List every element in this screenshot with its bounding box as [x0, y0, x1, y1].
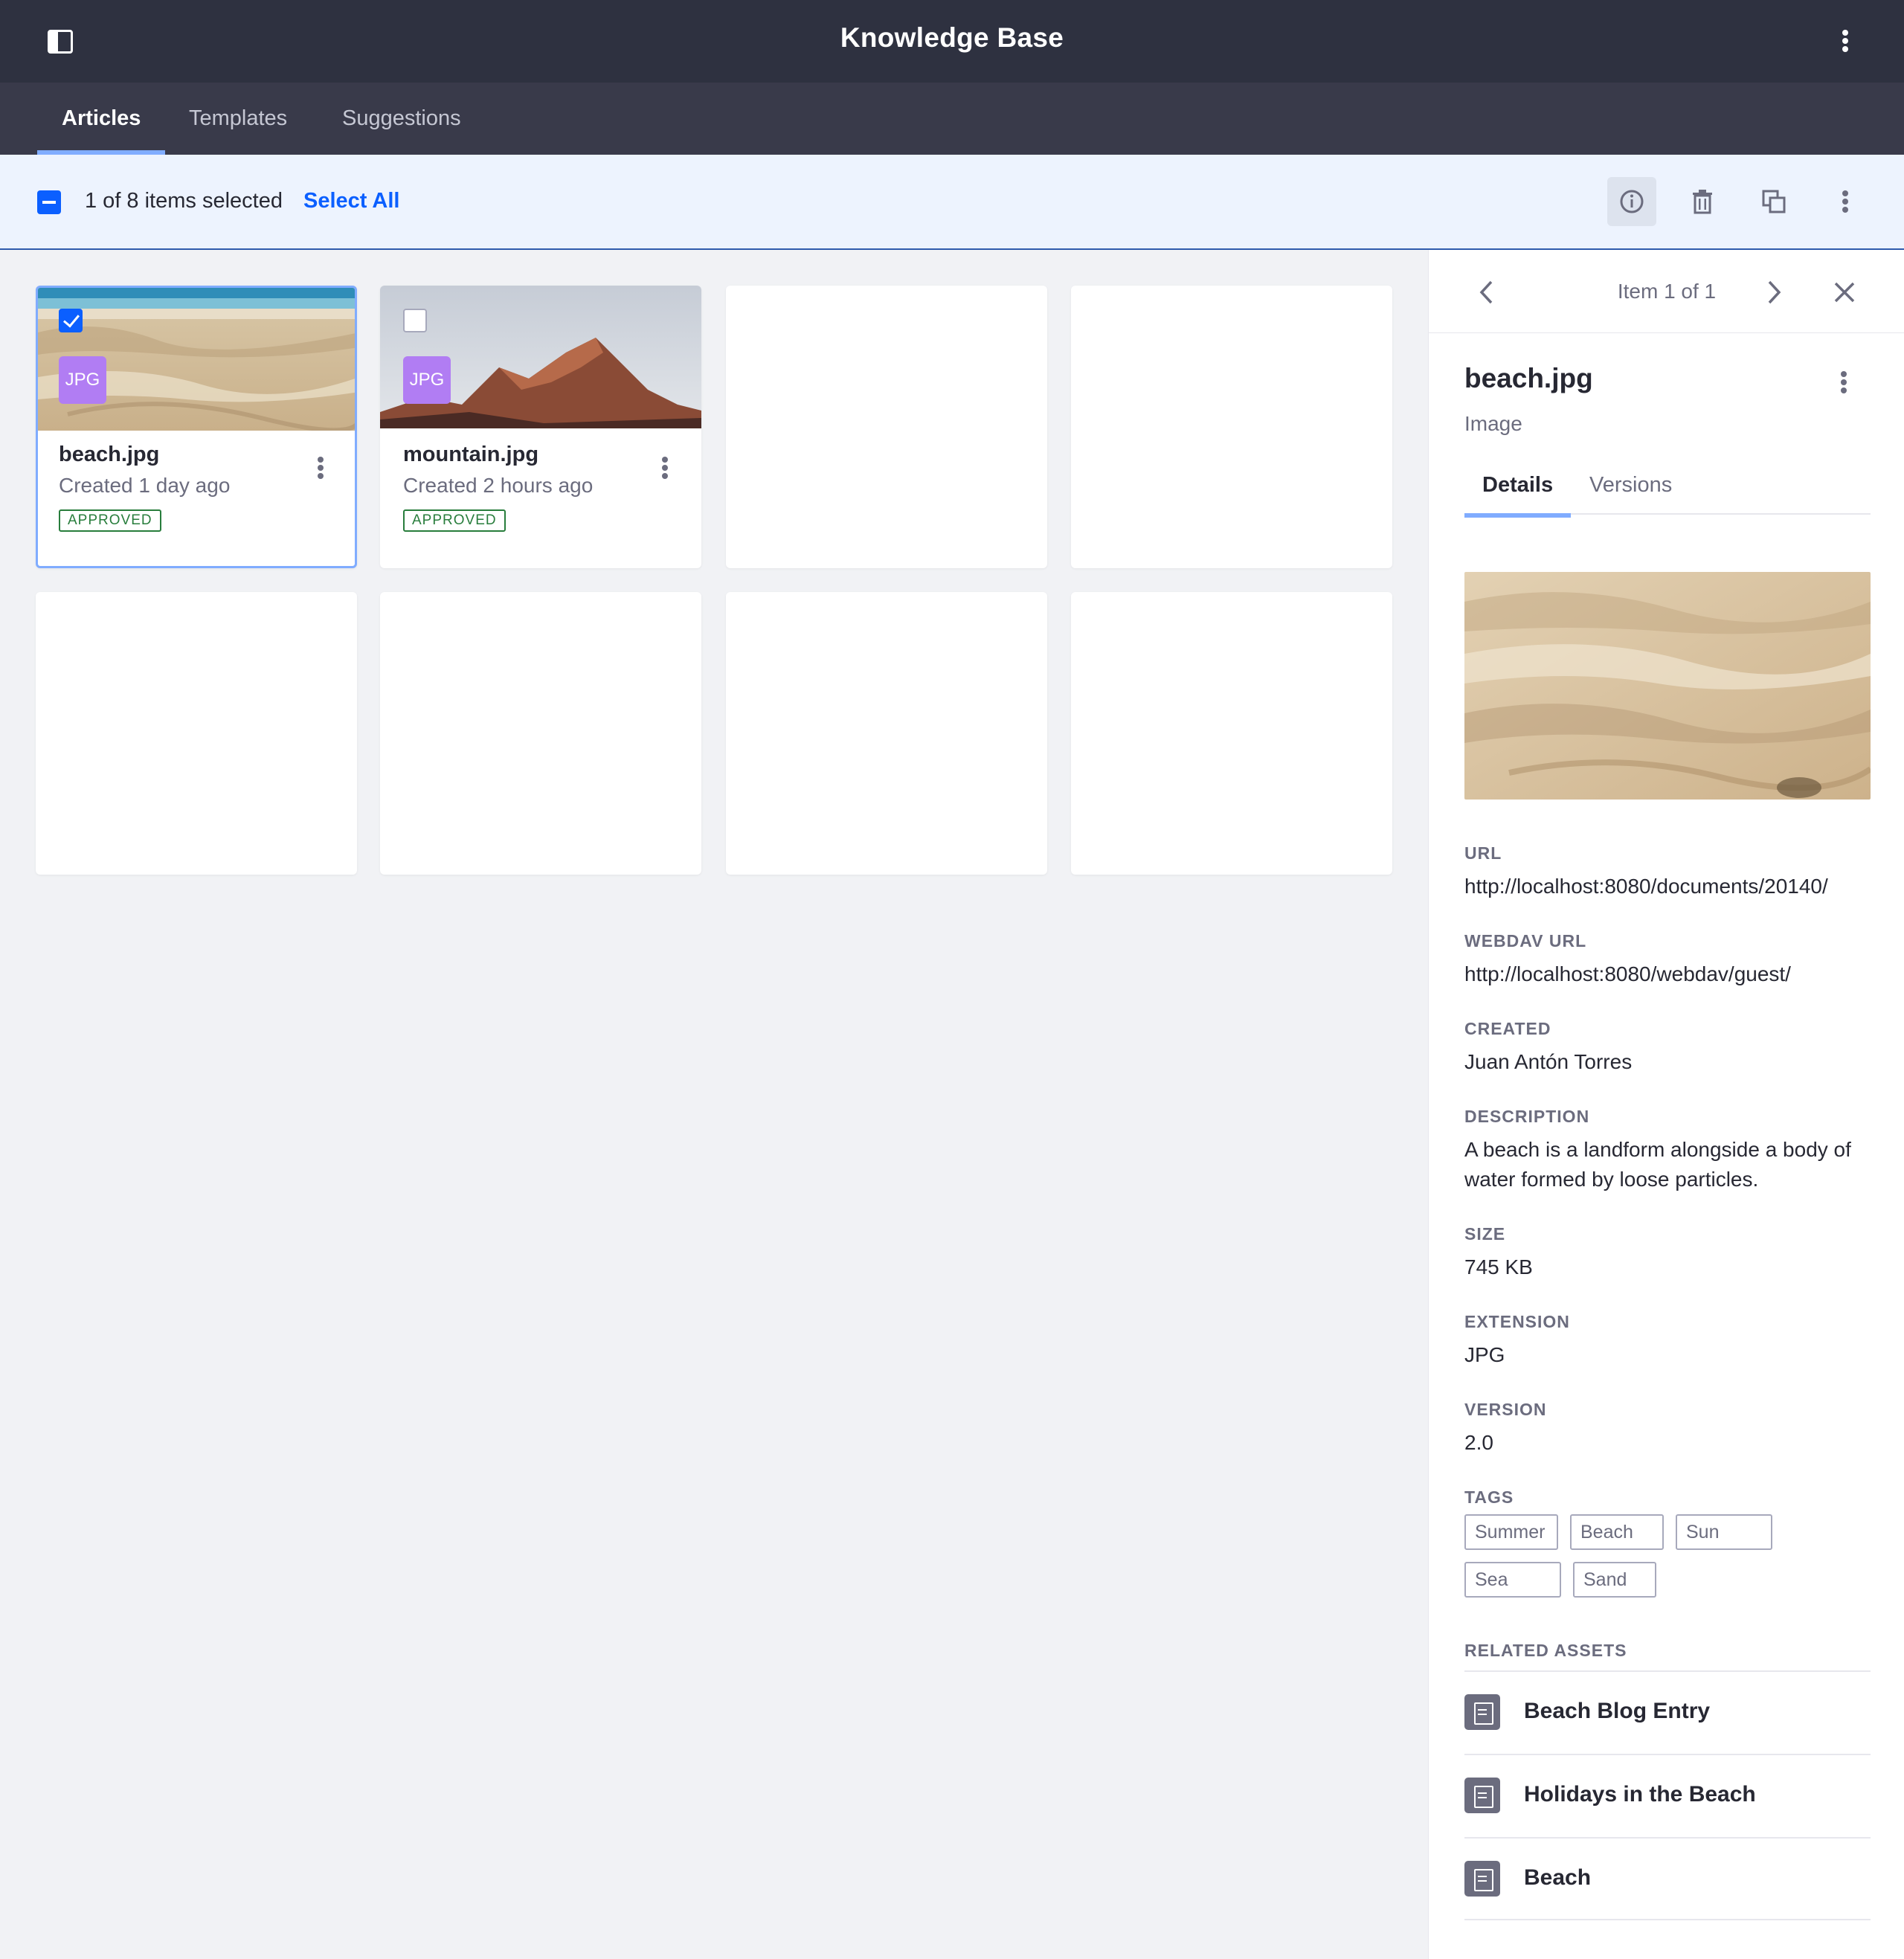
panel-more-icon[interactable] [1829, 367, 1859, 397]
status-badge: APPROVED [403, 509, 506, 532]
management-bar: 1 of 8 items selected Select All [0, 155, 1904, 250]
tab-templates[interactable]: Templates [189, 83, 287, 155]
card-more-icon[interactable] [306, 453, 335, 483]
card-more-icon[interactable] [650, 453, 680, 483]
size-value: 745 KB [1464, 1255, 1533, 1278]
card-created: Created 1 day ago [59, 474, 231, 497]
webdav-label: WEBDAV URL [1464, 931, 1587, 950]
description-label: DESCRIPTION [1464, 1107, 1590, 1126]
panel-subtitle: Image [1464, 412, 1522, 435]
created-label: CREATED [1464, 1019, 1551, 1038]
chevron-right-icon[interactable] [1765, 280, 1783, 305]
extension-value: JPG [1464, 1343, 1505, 1366]
created-value: Juan Antón Torres [1464, 1050, 1633, 1073]
card-placeholder [726, 592, 1047, 875]
copy-icon [1762, 190, 1786, 213]
trash-icon [1693, 190, 1712, 214]
card-placeholder [726, 286, 1047, 568]
tab-details[interactable]: Details [1464, 473, 1572, 518]
tag[interactable]: Sun [1676, 1514, 1772, 1550]
delete-button[interactable] [1678, 177, 1727, 226]
nav-tabs: Articles Templates Suggestions [0, 83, 1904, 155]
panel-tabs: Details Versions [1464, 473, 1871, 518]
url-value[interactable]: http://localhost:8080/documents/20140/ [1464, 872, 1871, 901]
panel-navigation: Item 1 of 1 [1429, 250, 1904, 333]
tag[interactable]: Beach [1570, 1514, 1664, 1550]
image-preview [1464, 572, 1871, 800]
extension-label: EXTENSION [1464, 1312, 1570, 1331]
document-icon [1464, 1778, 1500, 1813]
related-asset-name[interactable]: Beach [1524, 1865, 1591, 1891]
file-type-badge: JPG [403, 356, 451, 404]
app-header: Knowledge Base [0, 0, 1904, 83]
header-more-icon[interactable] [1830, 26, 1860, 56]
card-checkbox[interactable] [403, 309, 427, 332]
url-label: URL [1464, 843, 1502, 863]
card-placeholder [36, 592, 357, 875]
tab-versions[interactable]: Versions [1589, 473, 1672, 498]
tag[interactable]: Sea [1464, 1562, 1561, 1598]
close-icon[interactable] [1833, 281, 1856, 303]
card-placeholder [1071, 592, 1392, 875]
tag[interactable]: Summer [1464, 1514, 1558, 1550]
card-placeholder [1071, 286, 1392, 568]
related-asset-item[interactable]: Beach Blog Entry [1464, 1670, 1871, 1754]
tab-suggestions[interactable]: Suggestions [342, 83, 461, 155]
select-all-button[interactable]: Select All [303, 189, 399, 213]
card-title[interactable]: beach.jpg [59, 443, 159, 467]
tab-articles[interactable]: Articles [36, 83, 166, 155]
card-placeholder [380, 592, 701, 875]
tag[interactable]: Sand [1573, 1562, 1656, 1598]
version-value: 2.0 [1464, 1431, 1493, 1454]
version-label: VERSION [1464, 1400, 1547, 1419]
size-label: SIZE [1464, 1224, 1506, 1244]
card-created: Created 2 hours ago [403, 474, 594, 497]
tags-label: TAGS [1464, 1487, 1514, 1507]
card-mountain[interactable]: JPG mountain.jpg Created 2 hours ago APP… [380, 286, 701, 568]
related-asset-item[interactable]: Holidays in the Beach [1464, 1754, 1871, 1837]
info-icon [1620, 190, 1644, 213]
select-all-checkbox[interactable] [37, 190, 61, 214]
related-asset-name[interactable]: Beach Blog Entry [1524, 1699, 1710, 1724]
info-button[interactable] [1607, 177, 1656, 226]
document-icon [1464, 1861, 1500, 1897]
file-type-badge: JPG [59, 356, 106, 404]
info-panel: Item 1 of 1 beach.jpg Image Details Vers… [1428, 250, 1904, 1959]
webdav-value[interactable]: http://localhost:8080/webdav/guest/ [1464, 959, 1871, 989]
description-value: A beach is a landform alongside a body o… [1464, 1138, 1851, 1191]
page-title: Knowledge Base [840, 22, 1064, 53]
status-badge: APPROVED [59, 509, 161, 532]
related-asset-name[interactable]: Holidays in the Beach [1524, 1782, 1756, 1807]
more-vertical-icon[interactable] [1830, 187, 1860, 216]
card-beach[interactable]: JPG beach.jpg Created 1 day ago APPROVED [36, 286, 357, 568]
related-asset-item[interactable]: Beach [1464, 1837, 1871, 1920]
related-assets-label: RELATED ASSETS [1464, 1641, 1627, 1660]
panel-title: beach.jpg [1464, 363, 1593, 393]
document-icon [1464, 1694, 1500, 1730]
copy-button[interactable] [1749, 177, 1798, 226]
card-checkbox[interactable] [59, 309, 83, 332]
selection-count: 1 of 8 items selected [85, 189, 283, 213]
card-title[interactable]: mountain.jpg [403, 443, 538, 467]
